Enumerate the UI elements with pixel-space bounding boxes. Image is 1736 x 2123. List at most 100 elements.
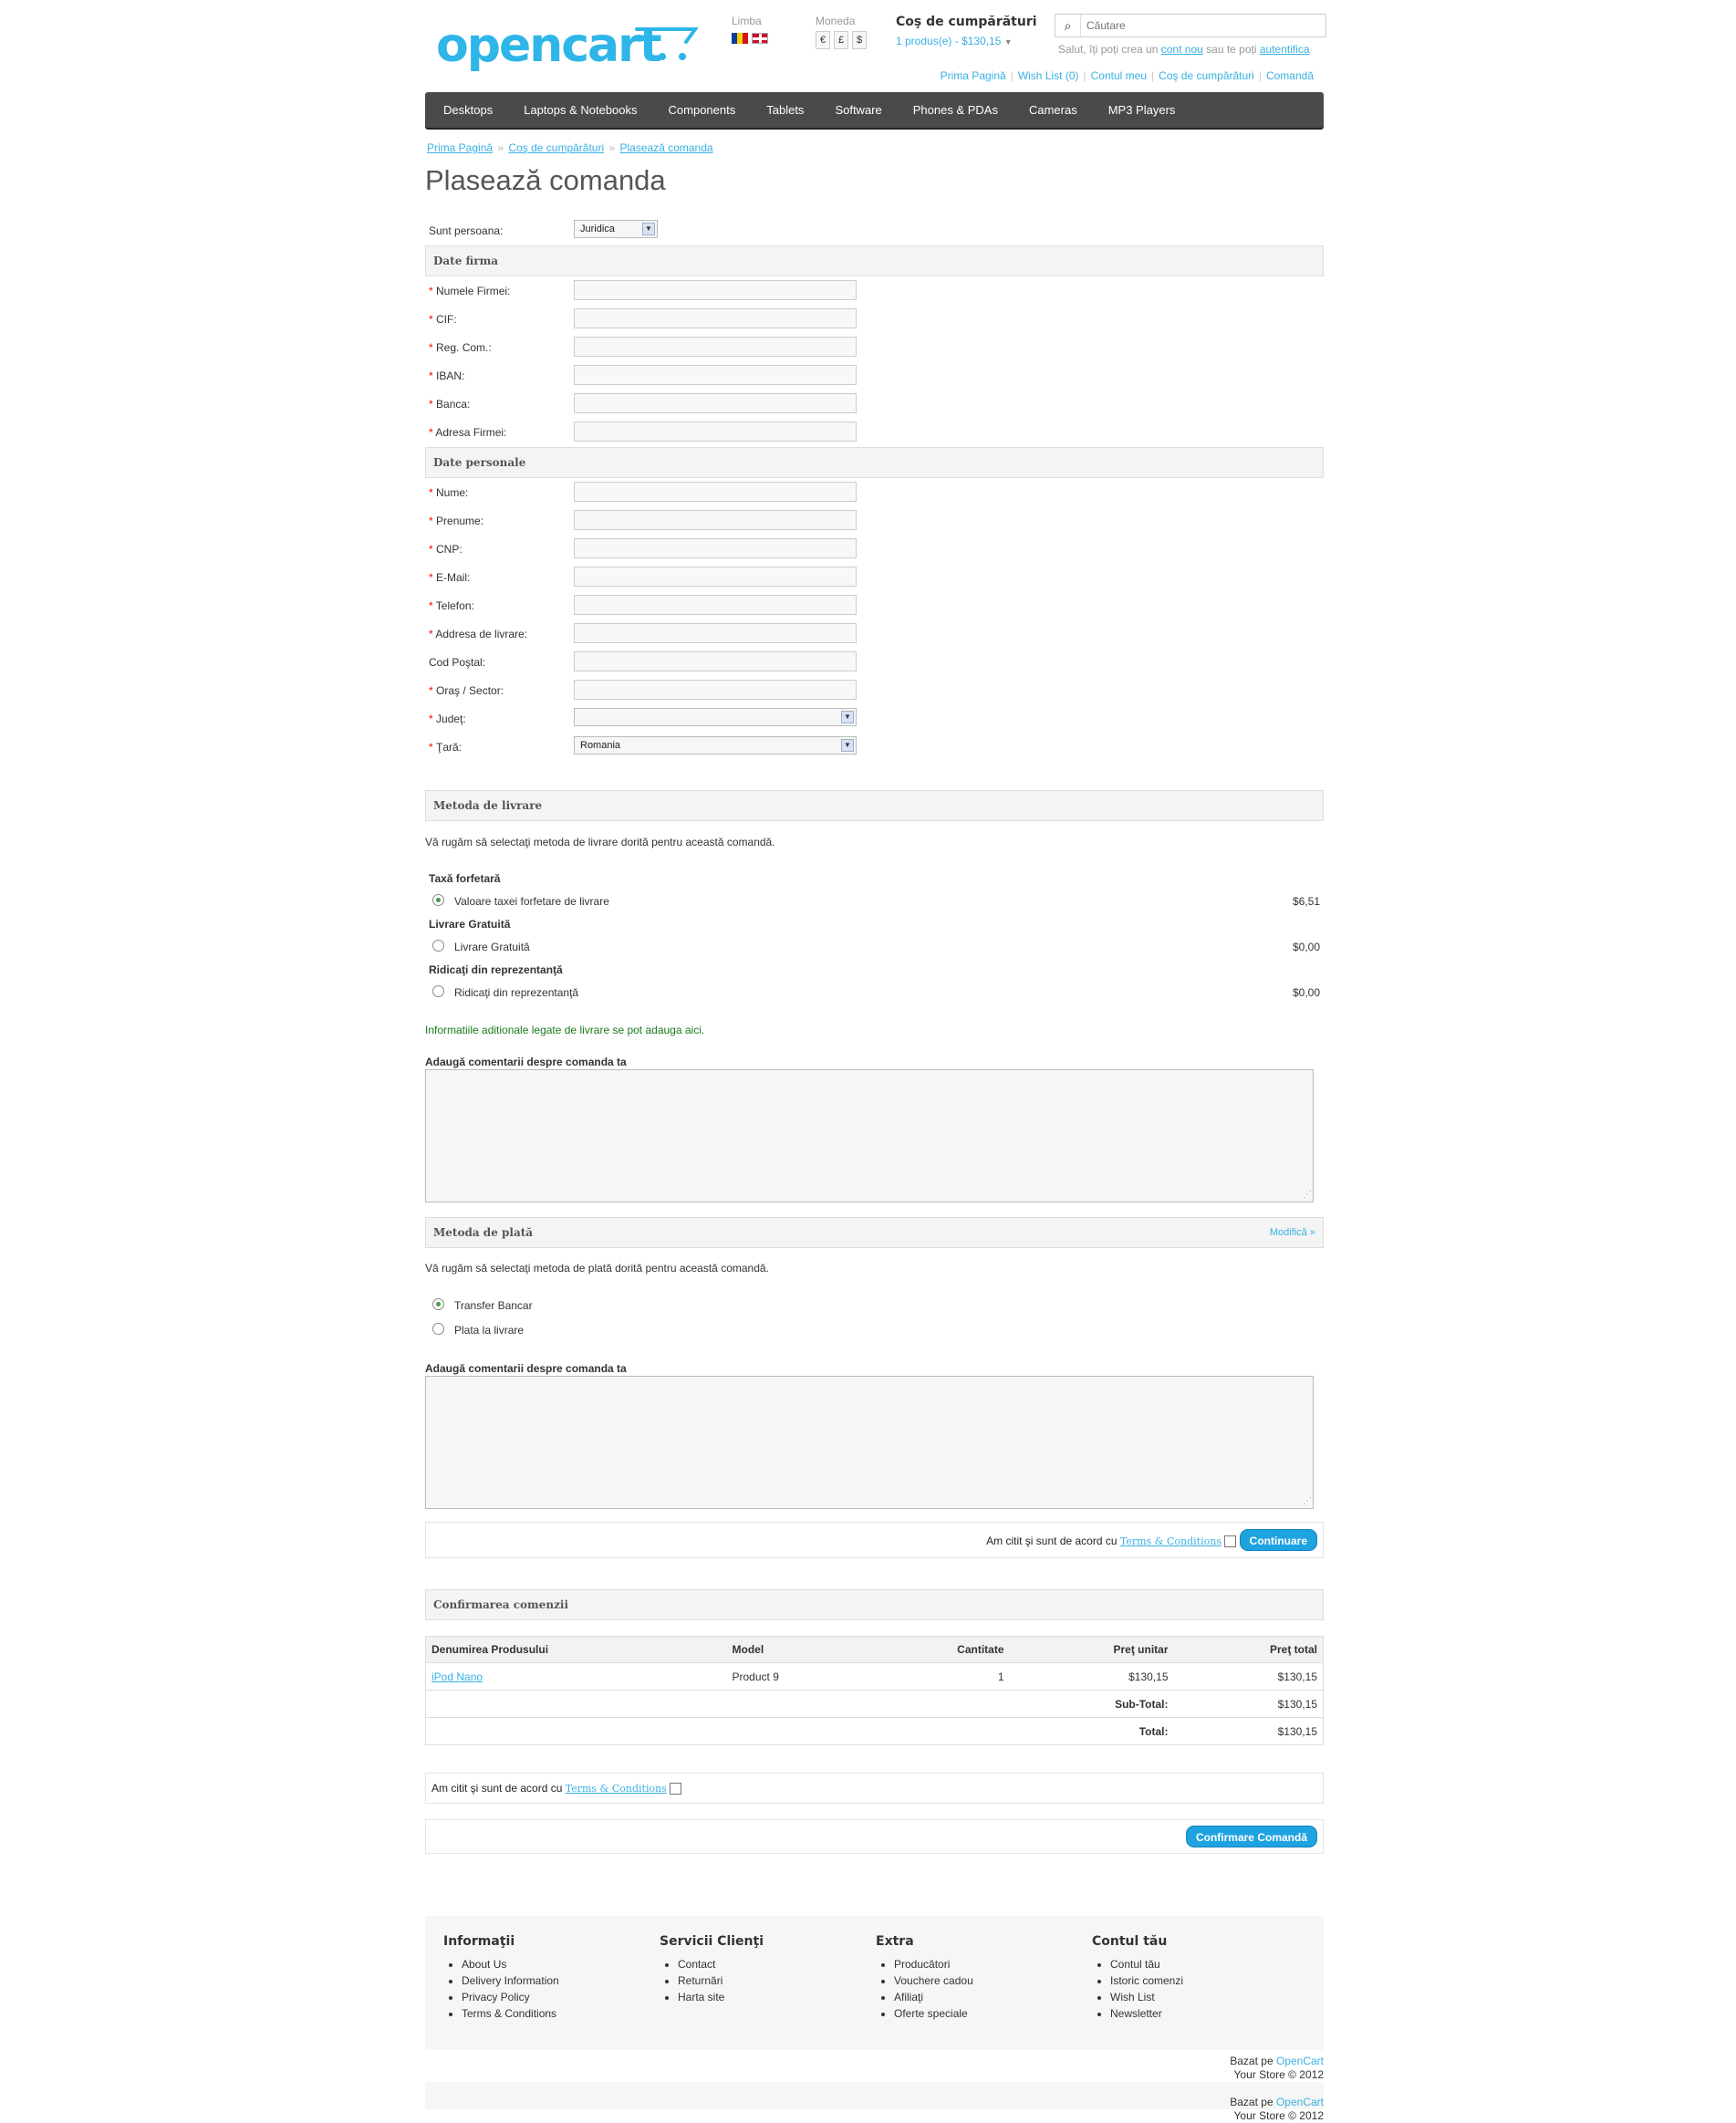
cart-dropdown-icon[interactable]: ▼ bbox=[1004, 37, 1013, 47]
company-name-input[interactable] bbox=[574, 280, 857, 300]
link-checkout[interactable]: Comandă bbox=[1266, 69, 1314, 82]
iban-input[interactable] bbox=[574, 365, 857, 385]
opencart-link[interactable]: OpenCart bbox=[1276, 2055, 1324, 2067]
shipping-group-heading: Taxă forfetară bbox=[429, 872, 501, 885]
currency-euro-button[interactable]: € bbox=[816, 31, 830, 49]
shipping-free-radio[interactable] bbox=[432, 940, 444, 952]
country-select[interactable]: Romania ▼ bbox=[574, 736, 857, 754]
link-wishlist[interactable]: Wish List (0) bbox=[1018, 69, 1079, 82]
search-icon[interactable]: ⌕ bbox=[1055, 15, 1081, 36]
opencart-logo[interactable]: opencart bbox=[436, 18, 699, 73]
menu-phones[interactable]: Phones & PDAs bbox=[895, 92, 1011, 128]
column-header: Preţ unitar bbox=[1009, 1636, 1174, 1663]
currency-pound-button[interactable]: £ bbox=[834, 31, 848, 49]
footer-link[interactable]: Producători bbox=[894, 1956, 973, 1972]
field-label-delivery-address: * Addresa de livrare: bbox=[429, 628, 528, 640]
chevron-down-icon: ▼ bbox=[841, 711, 854, 723]
footer-link[interactable]: Vouchere cadou bbox=[894, 1972, 973, 1989]
terms-link[interactable]: Terms & Conditions bbox=[1120, 1535, 1221, 1547]
payment-comment-textarea[interactable] bbox=[425, 1376, 1314, 1509]
column-header: Denumirea Produsului bbox=[425, 1636, 727, 1663]
bank-input[interactable] bbox=[574, 393, 857, 413]
menu-software[interactable]: Software bbox=[816, 92, 894, 128]
payment-bank-transfer-radio[interactable] bbox=[432, 1298, 444, 1310]
breadcrumb-home[interactable]: Prima Pagină bbox=[427, 141, 493, 154]
resize-grip-icon[interactable]: ⋰ bbox=[1303, 1190, 1312, 1200]
payment-cod-radio[interactable] bbox=[432, 1323, 444, 1335]
currency-label: Moneda bbox=[816, 15, 856, 27]
personal-section-header: Date personale bbox=[425, 447, 1324, 478]
romanian-flag-icon[interactable] bbox=[732, 32, 748, 44]
first-name-input[interactable] bbox=[574, 510, 857, 530]
breadcrumb-separator: » bbox=[608, 141, 616, 154]
menu-cameras[interactable]: Cameras bbox=[1011, 92, 1090, 128]
payment-comment-label: Adaugă comentarii despre comanda ta bbox=[425, 1362, 627, 1375]
confirm-section-header: Confirmarea comenzii bbox=[425, 1589, 1324, 1620]
terms-link[interactable]: Terms & Conditions bbox=[566, 1783, 667, 1795]
shipping-option-price: $0,00 bbox=[1292, 941, 1320, 953]
cart-widget[interactable]: Coş de cumpărături 1 produs(e) - $130,15… bbox=[896, 15, 1037, 47]
shipping-comment-textarea[interactable] bbox=[425, 1069, 1314, 1202]
footer-link[interactable]: Harta site bbox=[678, 1989, 764, 2005]
breadcrumb-checkout[interactable]: Plasează comanda bbox=[620, 141, 713, 154]
link-account[interactable]: Contul meu bbox=[1091, 69, 1147, 82]
cart-total[interactable]: 1 produs(e) - $130,15 bbox=[896, 35, 1001, 47]
powered-by: Bazat pe OpenCart Your Store © 2012 bbox=[1230, 2055, 1324, 2081]
login-link[interactable]: autentifica bbox=[1260, 43, 1310, 56]
menu-mp3[interactable]: MP3 Players bbox=[1090, 92, 1189, 128]
search-input[interactable] bbox=[1085, 17, 1322, 34]
menu-desktops[interactable]: Desktops bbox=[425, 92, 505, 128]
page-title: Plasează comanda bbox=[425, 164, 666, 196]
footer-link[interactable]: Newsletter bbox=[1110, 2005, 1183, 2022]
footer-link[interactable]: About Us bbox=[462, 1956, 559, 1972]
agree-terms-checkbox[interactable] bbox=[1224, 1535, 1237, 1548]
currency-dollar-button[interactable]: $ bbox=[852, 31, 867, 49]
person-type-select[interactable]: Juridica ▼ bbox=[574, 220, 658, 238]
postcode-input[interactable] bbox=[574, 651, 857, 671]
product-link[interactable]: iPod Nano bbox=[431, 1670, 483, 1683]
breadcrumb-cart[interactable]: Coş de cumpărături bbox=[508, 141, 604, 154]
english-flag-icon[interactable] bbox=[752, 32, 768, 44]
opencart-link[interactable]: OpenCart bbox=[1276, 2096, 1324, 2108]
payment-option-label: Plata la livrare bbox=[454, 1324, 525, 1337]
footer-link[interactable]: Privacy Policy bbox=[462, 1989, 559, 2005]
resize-grip-icon[interactable]: ⋰ bbox=[1303, 1496, 1312, 1506]
footer-link[interactable]: Istoric comenzi bbox=[1110, 1972, 1183, 1989]
footer-link[interactable]: Afiliaţi bbox=[894, 1989, 973, 2005]
menu-components[interactable]: Components bbox=[650, 92, 749, 128]
cif-input[interactable] bbox=[574, 308, 857, 328]
city-input[interactable] bbox=[574, 680, 857, 700]
menu-laptops[interactable]: Laptops & Notebooks bbox=[505, 92, 650, 128]
footer-link[interactable]: Returnări bbox=[678, 1972, 764, 1989]
continue-button[interactable]: Continuare bbox=[1239, 1529, 1317, 1551]
link-home[interactable]: Prima Pagină bbox=[941, 69, 1006, 82]
company-section-header: Date firma bbox=[425, 245, 1324, 276]
cnp-input[interactable] bbox=[574, 538, 857, 558]
modify-link[interactable]: Modifică » bbox=[1270, 1218, 1315, 1247]
footer-link[interactable]: Contact bbox=[678, 1956, 764, 1972]
phone-input[interactable] bbox=[574, 595, 857, 615]
footer-link[interactable]: Wish List bbox=[1110, 1989, 1183, 2005]
footer-link[interactable]: Delivery Information bbox=[462, 1972, 559, 1989]
delivery-address-input[interactable] bbox=[574, 623, 857, 643]
register-link[interactable]: cont nou bbox=[1161, 43, 1203, 56]
logo-text: opencart bbox=[436, 18, 662, 73]
link-cart[interactable]: Coş de cumpărături bbox=[1159, 69, 1254, 82]
shipping-flat-radio[interactable] bbox=[432, 894, 444, 906]
footer-link[interactable]: Contul tău bbox=[1110, 1956, 1183, 1972]
confirm-terms-checkbox[interactable] bbox=[670, 1783, 682, 1795]
last-name-input[interactable] bbox=[574, 482, 857, 502]
copyright: Your Store © 2012 bbox=[1233, 2068, 1324, 2081]
language-switcher: Limba bbox=[732, 15, 772, 44]
field-label-phone: * Telefon: bbox=[429, 599, 474, 612]
footer-link[interactable]: Oferte speciale bbox=[894, 2005, 973, 2022]
currency-switcher: Moneda € £ $ bbox=[816, 15, 867, 49]
footer-link[interactable]: Terms & Conditions bbox=[462, 2005, 559, 2022]
email-input[interactable] bbox=[574, 567, 857, 587]
menu-tablets[interactable]: Tablets bbox=[748, 92, 816, 128]
reg-com-input[interactable] bbox=[574, 337, 857, 357]
company-address-input[interactable] bbox=[574, 421, 857, 442]
county-select[interactable]: ▼ bbox=[574, 708, 857, 726]
shipping-pickup-radio[interactable] bbox=[432, 985, 444, 997]
confirm-order-button[interactable]: Confirmare Comandă bbox=[1185, 1826, 1317, 1847]
